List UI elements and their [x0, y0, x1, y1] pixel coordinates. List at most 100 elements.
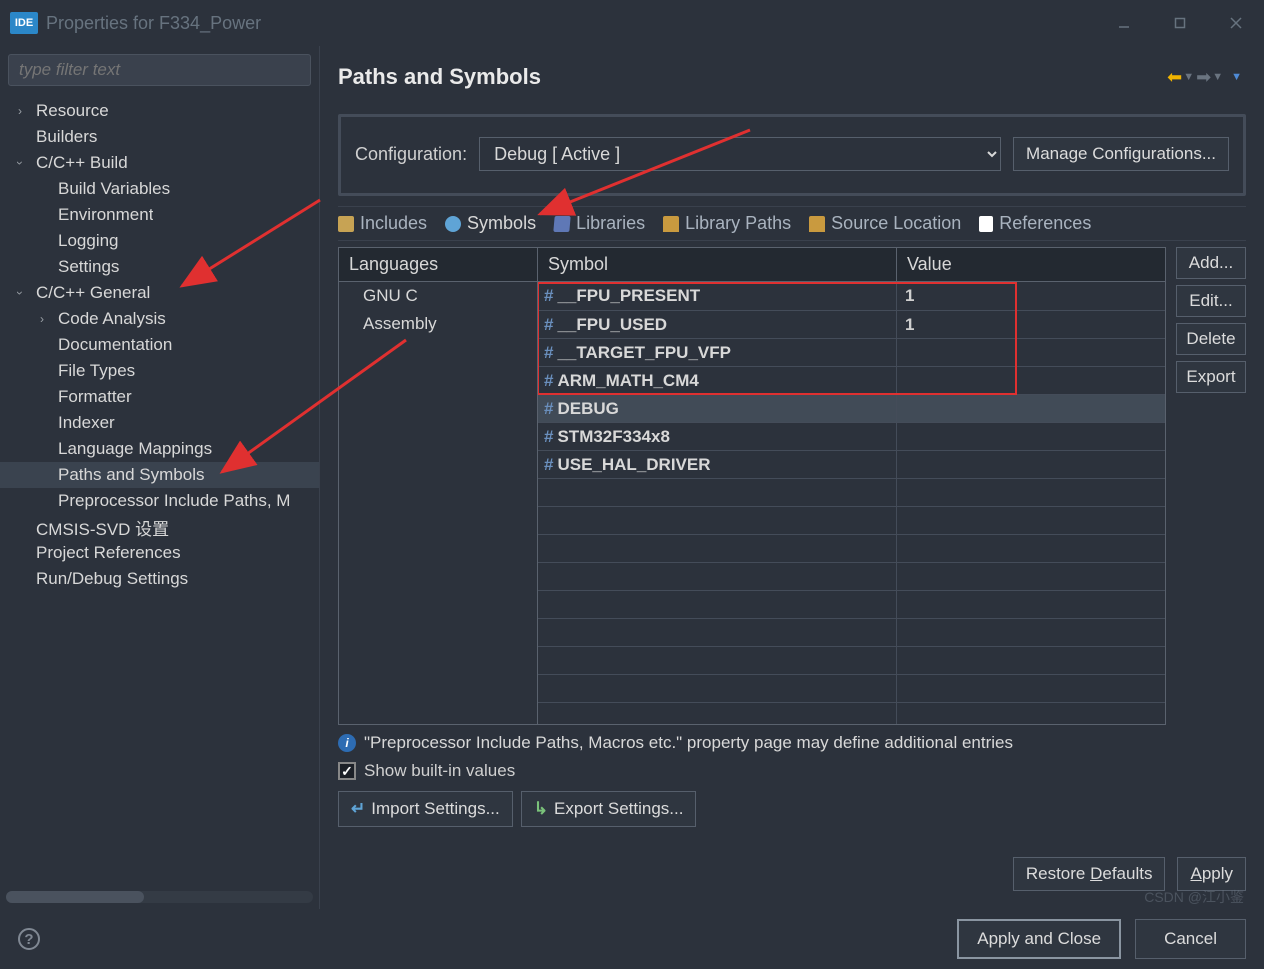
configuration-section: Configuration: Debug [ Active ] Manage C…	[338, 114, 1246, 196]
tree-item-project-references[interactable]: Project References	[0, 540, 319, 566]
apply-and-close-button[interactable]: Apply and Close	[957, 919, 1121, 959]
symbol-row[interactable]: #__TARGET_FPU_VFP	[538, 338, 1165, 366]
tree-item-file-types[interactable]: File Types	[0, 358, 319, 384]
symbol-row-empty	[538, 562, 1165, 590]
tab-library-paths[interactable]: Library Paths	[663, 213, 791, 234]
details-pane: Paths and Symbols ⬅ ▼ ➡ ▼ ▼ Configuratio…	[320, 46, 1264, 909]
import-icon: ↵	[351, 799, 365, 819]
nav-forward-icon[interactable]: ➡	[1196, 67, 1211, 88]
references-icon	[979, 216, 993, 232]
languages-list[interactable]: Languages GNU C Assembly	[338, 247, 538, 725]
add-button[interactable]: Add...	[1176, 247, 1246, 279]
symbols-icon	[445, 216, 461, 232]
includes-icon	[338, 216, 354, 232]
symbol-row-empty	[538, 674, 1165, 702]
value-cell	[896, 367, 1165, 394]
symbol-cell: #USE_HAL_DRIVER	[538, 451, 896, 478]
cancel-button[interactable]: Cancel	[1135, 919, 1246, 959]
import-settings-button[interactable]: ↵Import Settings...	[338, 791, 513, 827]
tab-libraries[interactable]: Libraries	[554, 213, 645, 234]
symbols-table[interactable]: Symbol Value #__FPU_PRESENT1#__FPU_USED1…	[538, 247, 1166, 725]
info-icon: i	[338, 734, 356, 752]
close-button[interactable]	[1208, 0, 1264, 46]
symbol-row[interactable]: #__FPU_USED1	[538, 310, 1165, 338]
maximize-button[interactable]	[1152, 0, 1208, 46]
tree-horizontal-scrollbar[interactable]	[6, 891, 313, 903]
tree-item-indexer[interactable]: Indexer	[0, 410, 319, 436]
tree-item-builders[interactable]: Builders	[0, 124, 319, 150]
nav-menu-caret-icon[interactable]: ▼	[1231, 71, 1242, 83]
category-tree-pane: Resource Builders C/C++ Build Build Vari…	[0, 46, 320, 909]
value-cell	[896, 451, 1165, 478]
symbol-row[interactable]: #STM32F334x8	[538, 422, 1165, 450]
tree-item-documentation[interactable]: Documentation	[0, 332, 319, 358]
source-location-icon	[809, 216, 825, 232]
configuration-select[interactable]: Debug [ Active ]	[479, 137, 1001, 171]
nav-back-caret-icon[interactable]: ▼	[1183, 71, 1194, 83]
tree-item-build-variables[interactable]: Build Variables	[0, 176, 319, 202]
configuration-label: Configuration:	[355, 144, 467, 165]
page-title: Paths and Symbols	[338, 64, 541, 90]
tab-includes[interactable]: Includes	[338, 213, 427, 234]
tab-source-location[interactable]: Source Location	[809, 213, 961, 234]
library-paths-icon	[663, 216, 679, 232]
language-item-assembly[interactable]: Assembly	[339, 310, 537, 338]
tree-item-ccpp-general[interactable]: C/C++ General	[0, 280, 319, 306]
nav-back-icon[interactable]: ⬅	[1167, 67, 1182, 88]
tree-item-run-debug-settings[interactable]: Run/Debug Settings	[0, 566, 319, 592]
show-builtin-label: Show built-in values	[364, 761, 515, 781]
symbol-row-empty	[538, 534, 1165, 562]
tree-item-settings[interactable]: Settings	[0, 254, 319, 280]
tree-item-formatter[interactable]: Formatter	[0, 384, 319, 410]
tree-item-preprocessor-include[interactable]: Preprocessor Include Paths, M	[0, 488, 319, 514]
symbol-cell: #__FPU_PRESENT	[538, 282, 896, 310]
tree-item-ccpp-build[interactable]: C/C++ Build	[0, 150, 319, 176]
restore-defaults-button[interactable]: Restore Defaults	[1013, 857, 1166, 891]
tree-item-paths-and-symbols[interactable]: Paths and Symbols	[0, 462, 319, 488]
edit-button[interactable]: Edit...	[1176, 285, 1246, 317]
symbol-row[interactable]: #ARM_MATH_CM4	[538, 366, 1165, 394]
tree-item-code-analysis[interactable]: Code Analysis	[0, 306, 319, 332]
symbol-column-header[interactable]: Symbol	[538, 248, 896, 282]
tree-item-language-mappings[interactable]: Language Mappings	[0, 436, 319, 462]
symbol-cell: #__FPU_USED	[538, 311, 896, 338]
export-settings-button[interactable]: ↳Export Settings...	[521, 791, 697, 827]
apply-label: pply	[1202, 864, 1233, 883]
show-builtin-checkbox[interactable]: ✓	[338, 762, 356, 780]
symbol-row[interactable]: #DEBUG	[538, 394, 1165, 422]
nav-forward-caret-icon[interactable]: ▼	[1212, 71, 1223, 83]
info-message: i "Preprocessor Include Paths, Macros et…	[338, 733, 1246, 753]
language-item-gnu-c[interactable]: GNU C	[339, 282, 537, 310]
titlebar: IDE Properties for F334_Power	[0, 0, 1264, 46]
minimize-button[interactable]	[1096, 0, 1152, 46]
symbol-cell: #ARM_MATH_CM4	[538, 367, 896, 394]
tab-references[interactable]: References	[979, 213, 1091, 234]
category-tree[interactable]: Resource Builders C/C++ Build Build Vari…	[0, 94, 319, 592]
window-title: Properties for F334_Power	[46, 13, 261, 34]
tabs-row: Includes Symbols Libraries Library Paths…	[338, 206, 1246, 241]
symbol-row-empty	[538, 506, 1165, 534]
manage-configurations-button[interactable]: Manage Configurations...	[1013, 137, 1229, 171]
ide-logo-icon: IDE	[10, 12, 38, 34]
symbol-cell: #STM32F334x8	[538, 423, 896, 450]
value-cell	[896, 395, 1165, 422]
libraries-icon	[553, 216, 570, 232]
value-column-header[interactable]: Value	[896, 248, 1165, 282]
delete-button[interactable]: Delete	[1176, 323, 1246, 355]
tree-item-resource[interactable]: Resource	[0, 98, 319, 124]
value-cell: 1	[896, 282, 1165, 310]
tree-item-environment[interactable]: Environment	[0, 202, 319, 228]
export-button[interactable]: Export	[1176, 361, 1246, 393]
export-icon: ↳	[534, 799, 548, 819]
symbol-row[interactable]: #__FPU_PRESENT1	[538, 282, 1165, 310]
apply-button[interactable]: Apply	[1177, 857, 1246, 891]
tab-symbols[interactable]: Symbols	[445, 213, 536, 234]
value-cell	[896, 339, 1165, 366]
help-icon[interactable]: ?	[18, 928, 40, 950]
symbol-row[interactable]: #USE_HAL_DRIVER	[538, 450, 1165, 478]
tree-item-cmsis-svd[interactable]: CMSIS-SVD 设置	[0, 514, 319, 540]
symbol-cell: #__TARGET_FPU_VFP	[538, 339, 896, 366]
value-cell: 1	[896, 311, 1165, 338]
tree-item-logging[interactable]: Logging	[0, 228, 319, 254]
filter-input[interactable]	[8, 54, 311, 86]
